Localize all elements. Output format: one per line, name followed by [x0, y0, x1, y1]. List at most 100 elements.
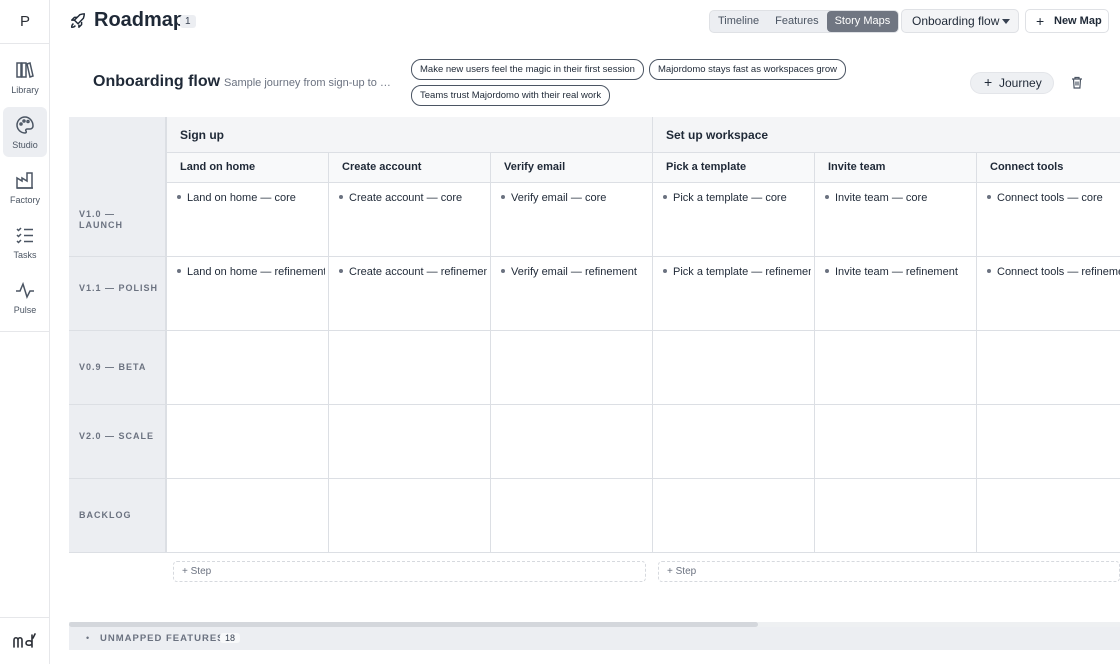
story-card-title: Invite team — core — [835, 192, 928, 204]
story-card-title: Invite team — refinement — [835, 266, 958, 278]
trash-icon[interactable] — [1071, 76, 1083, 89]
activity-header[interactable]: Sign up — [166, 117, 652, 153]
story-cell[interactable] — [166, 331, 328, 405]
story-cell[interactable]: Verify email — core — [490, 183, 652, 257]
story-cell[interactable]: Connect tools — refinement — [976, 257, 1120, 331]
story-card-title: Connect tools — refinement — [997, 266, 1120, 278]
goal-chip[interactable]: Make new users feel the magic in their f… — [411, 59, 644, 80]
plus-icon: + — [984, 74, 993, 90]
story-cell[interactable] — [976, 479, 1120, 553]
story-card[interactable]: Verify email — core — [501, 192, 606, 204]
step-header[interactable]: Land on home — [166, 153, 328, 183]
palette-icon — [16, 115, 34, 134]
story-cell[interactable] — [814, 479, 976, 553]
add-step-button[interactable]: + Step — [658, 561, 1120, 582]
tasks-icon — [16, 226, 33, 244]
story-cell[interactable] — [976, 405, 1120, 479]
bullet-icon — [177, 269, 181, 273]
release-row-divider — [69, 330, 166, 331]
story-cell[interactable] — [814, 331, 976, 405]
bullet-icon — [825, 195, 829, 199]
story-cell[interactable]: Create account — core — [328, 183, 490, 257]
bullet-icon: • — [86, 633, 90, 643]
release-label[interactable]: BACKLOG — [79, 510, 159, 521]
story-cell[interactable] — [328, 405, 490, 479]
new-map-button[interactable]: + New Map — [1025, 9, 1109, 33]
step-header[interactable]: Verify email — [490, 153, 652, 183]
story-cell[interactable] — [490, 479, 652, 553]
story-card[interactable]: Connect tools — refinement — [987, 266, 1120, 278]
story-cell[interactable]: Connect tools — core — [976, 183, 1120, 257]
story-cell[interactable] — [652, 331, 814, 405]
story-cell[interactable] — [814, 405, 976, 479]
story-card[interactable]: Create account — refinement — [339, 266, 487, 278]
story-cell[interactable] — [166, 479, 328, 553]
workspace-logo[interactable]: P — [0, 0, 50, 44]
add-step-button[interactable]: + Step — [173, 561, 646, 582]
sidebar-item-label: Pulse — [13, 304, 37, 315]
story-cell[interactable]: Verify email — refinement — [490, 257, 652, 331]
story-cell[interactable] — [490, 331, 652, 405]
story-card-title: Create account — core — [349, 192, 463, 204]
story-card-title: Land on home — refinement — [187, 266, 325, 278]
story-cell[interactable]: Pick a template — refinement — [652, 257, 814, 331]
story-cell[interactable]: Invite team — refinement — [814, 257, 976, 331]
view-tab-features[interactable]: Features — [767, 11, 826, 32]
release-label[interactable]: V0.9 — BETA — [79, 362, 159, 373]
bullet-icon — [501, 195, 505, 199]
sidebar-item-factory[interactable]: Factory — [3, 162, 47, 212]
activity-header[interactable]: Set up workspace — [652, 117, 1120, 153]
story-card-title: Pick a template — core — [673, 192, 787, 204]
add-journey-button[interactable]: + Journey — [970, 72, 1054, 94]
sidebar-item-library[interactable]: Library — [3, 52, 47, 102]
story-cell[interactable]: Create account — refinement — [328, 257, 490, 331]
story-card[interactable]: Pick a template — core — [663, 192, 787, 204]
view-tab-timeline[interactable]: Timeline — [710, 11, 767, 32]
release-label[interactable]: V1.0 — LAUNCH — [79, 209, 159, 231]
view-tab-story-maps[interactable]: Story Maps — [826, 11, 899, 32]
unmapped-features-bar[interactable]: • UNMAPPED FEATURES 18 — [69, 627, 1120, 650]
story-cell[interactable] — [328, 479, 490, 553]
story-cell[interactable]: Invite team — core — [814, 183, 976, 257]
story-card[interactable]: Verify email — refinement — [501, 266, 637, 278]
bullet-icon — [501, 269, 505, 273]
story-cell[interactable]: Pick a template — core — [652, 183, 814, 257]
story-card[interactable]: Invite team — core — [825, 192, 927, 204]
story-card[interactable]: Invite team — refinement — [825, 266, 958, 278]
story-cell[interactable] — [328, 331, 490, 405]
plus-icon: + — [1036, 13, 1045, 29]
story-cell[interactable] — [652, 479, 814, 553]
view-switcher: Timeline Features Story Maps — [709, 10, 900, 33]
story-card[interactable]: Land on home — core — [177, 192, 296, 204]
release-row-divider — [69, 552, 166, 553]
story-cell[interactable] — [976, 331, 1120, 405]
story-card-title: Verify email — refinement — [511, 266, 637, 278]
map-title[interactable]: Onboarding flow — [93, 73, 220, 91]
step-header[interactable]: Create account — [328, 153, 490, 183]
story-cell[interactable]: Land on home — refinement — [166, 257, 328, 331]
story-cell[interactable] — [490, 405, 652, 479]
sidebar-item-pulse[interactable]: Pulse — [3, 272, 47, 322]
story-card[interactable]: Pick a template — refinement — [663, 266, 811, 278]
sidebar-item-tasks[interactable]: Tasks — [3, 217, 47, 267]
release-row-divider — [69, 256, 166, 257]
goal-chip[interactable]: Majordomo stays fast as workspaces grow — [649, 59, 846, 80]
story-card[interactable]: Land on home — refinement — [177, 266, 325, 278]
step-header[interactable]: Connect tools — [976, 153, 1120, 183]
map-count-badge: 1 — [180, 15, 196, 28]
map-select[interactable]: Onboarding flow — [901, 9, 1019, 33]
release-label[interactable]: V2.0 — SCALE — [79, 431, 159, 442]
sidebar-item-studio[interactable]: Studio — [3, 107, 47, 157]
story-cell[interactable] — [652, 405, 814, 479]
sidebar-item-label: Factory — [9, 194, 40, 205]
map-description[interactable]: Sample journey from sign-up to first val… — [224, 77, 392, 89]
step-header[interactable]: Invite team — [814, 153, 976, 183]
step-header[interactable]: Pick a template — [652, 153, 814, 183]
story-card[interactable]: Create account — core — [339, 192, 462, 204]
goal-chip[interactable]: Teams trust Majordomo with their real wo… — [411, 85, 611, 106]
story-card[interactable]: Connect tools — core — [987, 192, 1103, 204]
story-cell[interactable] — [166, 405, 328, 479]
release-label[interactable]: V1.1 — POLISH — [79, 283, 159, 294]
story-cell[interactable]: Land on home — core — [166, 183, 328, 257]
release-row-divider — [69, 478, 166, 479]
